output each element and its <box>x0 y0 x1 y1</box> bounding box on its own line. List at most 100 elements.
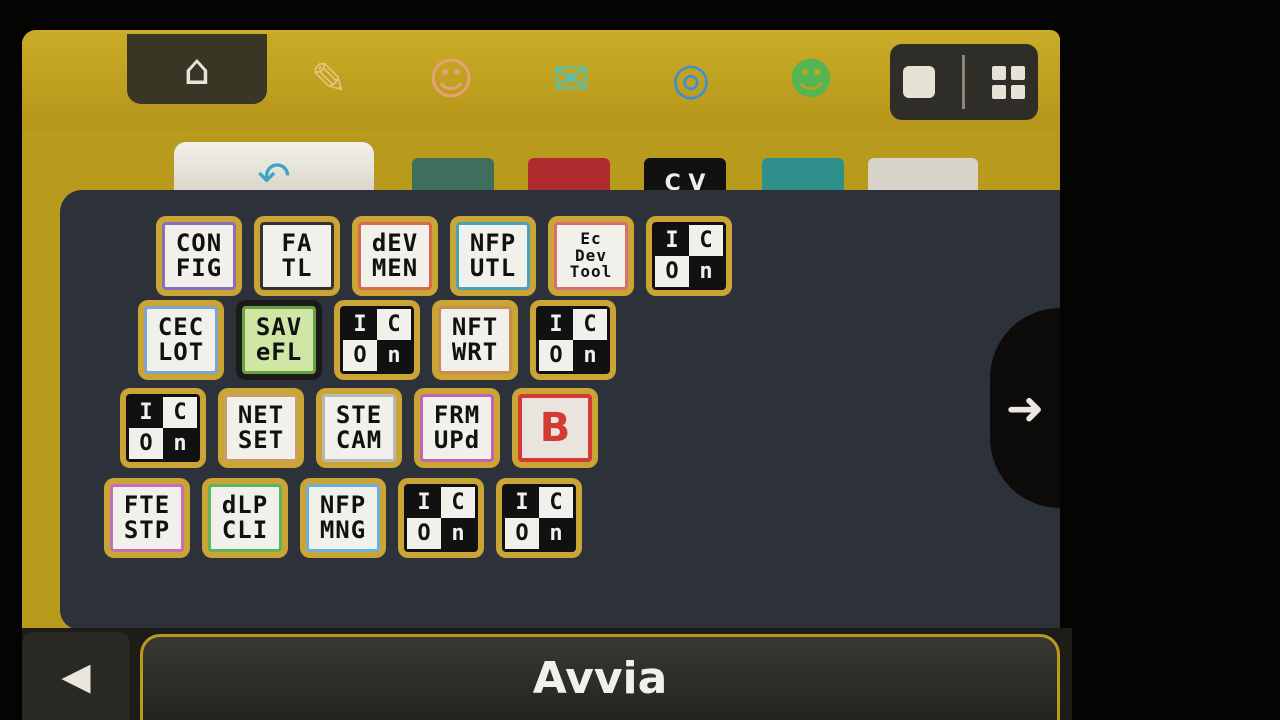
app-icon-nfpmng[interactable]: NFP MNG <box>300 478 386 558</box>
placeholder-glyph: O <box>407 518 441 549</box>
large-icons-view-icon[interactable] <box>903 66 936 98</box>
top-menu-bar: ⌂ ✎ ☺ ✉ ◎ ☻ <box>22 30 1060 130</box>
placeholder-glyph: I <box>539 309 573 340</box>
app-icon-label-line: NFP <box>319 490 367 519</box>
friends-icon: ☻ <box>788 53 834 105</box>
app-icon-label: CEC LOT <box>144 306 218 374</box>
home-menu-settings-button[interactable]: ⌂ <box>127 34 267 104</box>
placeholder-icon: ICOn <box>340 306 414 374</box>
app-icon-netset[interactable]: NET SET <box>218 388 304 468</box>
app-icon-label-line: MNG <box>319 516 367 544</box>
b-badge-icon: B <box>518 394 592 462</box>
app-icon-label-line: WRT <box>451 338 499 366</box>
app-icon-ftestp[interactable]: FTE STP <box>104 478 190 558</box>
pencil-icon: ✎ <box>310 53 348 105</box>
placeholder-icon: ICOn <box>536 306 610 374</box>
app-icon-label: STE CAM <box>322 394 396 462</box>
app-icon-dlpcli[interactable]: dLP CLI <box>202 478 288 558</box>
app-icon-fatl[interactable]: FA TL <box>254 216 340 296</box>
placeholder-glyph: C <box>377 309 411 340</box>
globe-icon: ◎ <box>671 53 711 105</box>
app-icon-label: SAV eFL <box>242 306 316 374</box>
placeholder-glyph: n <box>377 340 411 371</box>
app-icon-label: dLP CLI <box>208 484 282 552</box>
app-icon-label-line: NET <box>237 400 285 429</box>
app-icon-label-line: CEC <box>157 312 205 341</box>
app-icon-ceclot[interactable]: CEC LOT <box>138 300 224 380</box>
b-app-icon[interactable]: B <box>512 388 598 468</box>
placeholder-glyph: n <box>441 518 475 549</box>
internet-browser-button[interactable]: ◎ <box>654 44 728 114</box>
app-icon-label-line: eFL <box>255 338 303 366</box>
arrow-right-icon: ➜ <box>1005 381 1045 435</box>
view-toggle[interactable] <box>890 44 1038 120</box>
app-icon-label-line: UPd <box>433 426 481 454</box>
placeholder-icon: ICOn <box>502 484 576 552</box>
app-icon-ecdevtool[interactable]: Ec Dev Tool <box>548 216 634 296</box>
placeholder-glyph: C <box>539 487 573 518</box>
app-icon-label-line: STE <box>335 400 383 429</box>
view-toggle-divider <box>961 55 965 109</box>
app-icon-label: dEV MEN <box>358 222 432 290</box>
app-icon-label: NFP UTL <box>456 222 530 290</box>
placeholder-app-icon[interactable]: ICOn <box>496 478 582 558</box>
app-icon-savefl[interactable]: SAV eFL <box>236 300 322 380</box>
placeholder-glyph: I <box>407 487 441 518</box>
placeholder-glyph: C <box>689 225 723 256</box>
app-icon-label-line: TL <box>281 254 313 282</box>
game-notes-button[interactable]: ✎ <box>292 44 366 114</box>
placeholder-glyph: C <box>441 487 475 518</box>
app-icon-label-line: SAV <box>255 312 303 341</box>
previous-button[interactable]: ◀ <box>22 632 130 720</box>
app-icon-label-line: CAM <box>335 426 383 454</box>
bottom-bar: ◀ Avvia <box>22 628 1072 720</box>
app-icon-label: NFP MNG <box>306 484 380 552</box>
app-icon-label-line: FRM <box>433 400 481 429</box>
app-icon-label-line: LOT <box>157 338 205 366</box>
app-icon-nfputl[interactable]: NFP UTL <box>450 216 536 296</box>
app-icon-label-line: NFP <box>469 228 517 257</box>
placeholder-glyph: O <box>343 340 377 371</box>
placeholder-glyph: n <box>689 256 723 287</box>
launch-button-label: Avvia <box>532 653 668 704</box>
placeholder-app-icon[interactable]: ICOn <box>398 478 484 558</box>
app-icon-label-line: UTL <box>469 254 517 282</box>
placeholder-app-icon[interactable]: ICOn <box>646 216 732 296</box>
app-icon-label-line: CLI <box>221 516 269 544</box>
placeholder-glyph: n <box>539 518 573 549</box>
app-icon-devmen[interactable]: dEV MEN <box>352 216 438 296</box>
placeholder-app-icon[interactable]: ICOn <box>334 300 420 380</box>
app-icon-frmupd[interactable]: FRM UPd <box>414 388 500 468</box>
app-icon-config[interactable]: CON FIG <box>156 216 242 296</box>
app-icon-label: NFT WRT <box>438 306 512 374</box>
app-icon-stecam[interactable]: STE CAM <box>316 388 402 468</box>
app-icon-nftwrt[interactable]: NFT WRT <box>432 300 518 380</box>
app-icon-label-line: dLP <box>221 490 269 519</box>
notifications-button[interactable]: ✉ <box>534 44 608 114</box>
smiley-icon: ☺ <box>428 53 474 105</box>
app-icon-label: Ec Dev Tool <box>554 222 628 290</box>
app-icon-label-line: CON <box>175 228 223 257</box>
app-icon-label-line: FA <box>281 228 313 257</box>
app-icon-label: NET SET <box>224 394 298 462</box>
chat-bubble-icon: ✉ <box>552 53 590 105</box>
grid-view-icon[interactable] <box>991 65 1025 99</box>
placeholder-icon: ICOn <box>126 394 200 462</box>
app-icon-label-line: FTE <box>123 490 171 519</box>
placeholder-glyph: n <box>163 428 197 459</box>
app-icon-label: FTE STP <box>110 484 184 552</box>
placeholder-glyph: I <box>505 487 539 518</box>
placeholder-app-icon[interactable]: ICOn <box>120 388 206 468</box>
miiverse-button[interactable]: ☻ <box>774 44 848 114</box>
arrow-left-icon: ◀ <box>61 654 91 698</box>
placeholder-icon: ICOn <box>652 222 726 290</box>
app-icon-label: FA TL <box>260 222 334 290</box>
folder-panel: CON FIG FA TL dEV MEN NFP UTL Ec Dev Tool I C On CEC LO… <box>60 190 1060 630</box>
placeholder-glyph: I <box>655 225 689 256</box>
placeholder-glyph: O <box>655 256 689 287</box>
friend-list-button[interactable]: ☺ <box>414 44 488 114</box>
placeholder-app-icon[interactable]: ICOn <box>530 300 616 380</box>
app-icon-label: FRM UPd <box>420 394 494 462</box>
app-icon-label-line: FIG <box>175 254 223 282</box>
launch-button[interactable]: Avvia <box>140 634 1060 720</box>
